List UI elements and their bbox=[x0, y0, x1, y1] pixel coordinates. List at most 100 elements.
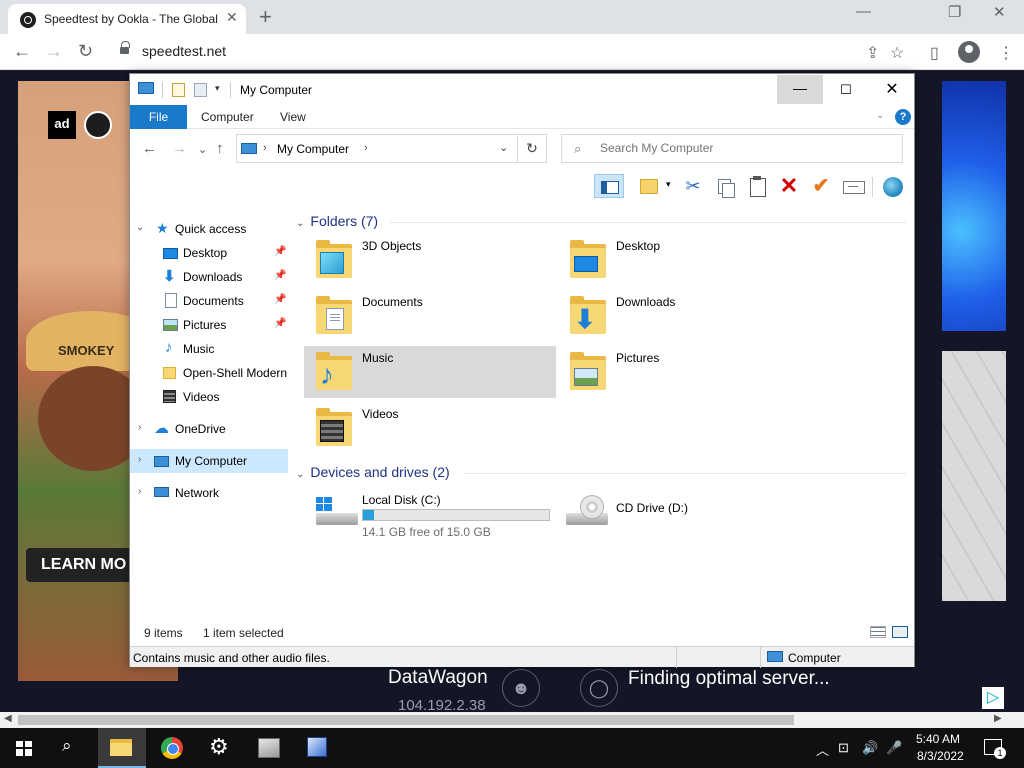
scroll-left-icon[interactable]: ◀ bbox=[4, 713, 12, 724]
new-tab-button[interactable]: + bbox=[259, 4, 272, 30]
navigation-pane-icon[interactable] bbox=[594, 174, 624, 198]
taskbar-file-explorer[interactable] bbox=[98, 728, 146, 768]
profile-avatar-icon[interactable] bbox=[958, 41, 980, 63]
side-panel-icon[interactable]: ▯ bbox=[930, 43, 939, 63]
browser-close-button[interactable]: ✕ bbox=[993, 3, 1006, 21]
tab-view[interactable]: View bbox=[280, 105, 306, 129]
quick-access-dropdown-icon[interactable]: ▾ bbox=[215, 83, 220, 94]
cut-icon[interactable]: ✂ bbox=[680, 174, 706, 198]
browser-minimize-button[interactable]: — bbox=[856, 3, 871, 20]
back-button[interactable]: ← bbox=[13, 41, 31, 62]
new-dropdown-icon[interactable]: ▾ bbox=[666, 179, 676, 189]
tray-chevron-icon[interactable]: ︿ bbox=[816, 740, 829, 759]
scroll-thumb[interactable] bbox=[18, 715, 794, 725]
tab-computer[interactable]: Computer bbox=[201, 105, 254, 129]
forward-button[interactable]: → bbox=[172, 140, 187, 157]
folder-3d-objects[interactable]: 3D Objects bbox=[304, 234, 556, 286]
scroll-right-icon[interactable]: ▶ bbox=[994, 713, 1002, 724]
volume-icon[interactable]: 🔊 bbox=[862, 740, 878, 756]
drive-local-disk-c[interactable]: Local Disk (C:) 14.1 GB free of 15.0 GB bbox=[304, 489, 556, 549]
internet-options-globe-icon[interactable] bbox=[880, 174, 906, 198]
search-input[interactable] bbox=[600, 141, 890, 155]
properties-check-icon[interactable]: ✔ bbox=[808, 174, 834, 198]
pin-icon[interactable]: 📌 bbox=[274, 270, 286, 281]
taskbar-app[interactable] bbox=[294, 728, 342, 768]
folder-videos[interactable]: Videos bbox=[304, 402, 556, 454]
clock-date[interactable]: 8/3/2022 bbox=[917, 749, 964, 763]
close-tab-icon[interactable]: ✕ bbox=[226, 9, 238, 26]
taskbar-chrome[interactable] bbox=[148, 728, 196, 768]
expand-chevron-icon[interactable]: › bbox=[138, 422, 141, 433]
recent-locations-icon[interactable]: ⌄ bbox=[198, 143, 207, 156]
browser-restore-button[interactable]: ❐ bbox=[948, 3, 961, 21]
nav-downloads[interactable]: ⬇ Downloads 📌 bbox=[130, 265, 288, 289]
breadcrumb-my-computer[interactable]: My Computer bbox=[277, 142, 349, 156]
delete-icon[interactable]: ✕ bbox=[776, 174, 802, 198]
drive-cd-d[interactable]: CD Drive (D:) bbox=[558, 489, 810, 549]
address-dropdown-icon[interactable]: ⌄ bbox=[499, 141, 508, 154]
folder-pictures[interactable]: Pictures bbox=[558, 346, 810, 398]
taskbar-search-button[interactable]: ⌕ bbox=[48, 728, 96, 768]
collapse-chevron-icon[interactable]: ⌄ bbox=[136, 222, 144, 233]
microphone-icon[interactable]: 🎤 bbox=[886, 740, 902, 756]
adchoices-icon[interactable]: ▷ bbox=[982, 687, 1004, 709]
start-button[interactable] bbox=[0, 728, 48, 768]
collapse-caret-icon[interactable]: ⌄ bbox=[296, 469, 304, 480]
clock-time[interactable]: 5:40 AM bbox=[916, 732, 960, 746]
browser-tab[interactable]: Speedtest by Ookla - The Global ✕ bbox=[8, 4, 246, 34]
collapse-caret-icon[interactable]: ⌄ bbox=[296, 218, 304, 229]
new-folder-icon[interactable] bbox=[636, 174, 662, 198]
pin-icon[interactable]: 📌 bbox=[274, 246, 286, 257]
nav-music[interactable]: ♪ Music bbox=[130, 337, 288, 361]
taskbar-app[interactable] bbox=[246, 728, 294, 768]
properties-icon[interactable] bbox=[172, 83, 185, 97]
details-view-icon[interactable] bbox=[870, 626, 886, 638]
address-box[interactable]: › My Computer › ⌄ bbox=[236, 134, 518, 163]
nav-videos[interactable]: Videos bbox=[130, 385, 288, 409]
help-icon[interactable]: ? bbox=[895, 109, 911, 125]
address-bar[interactable]: speedtest.net bbox=[110, 39, 910, 65]
right-ad-hex-image[interactable] bbox=[942, 351, 1006, 601]
lock-icon[interactable] bbox=[120, 41, 130, 55]
nav-network[interactable]: › Network bbox=[130, 481, 288, 505]
breadcrumb-separator-icon[interactable]: › bbox=[364, 142, 368, 154]
nav-pictures[interactable]: Pictures 📌 bbox=[130, 313, 288, 337]
browser-menu-icon[interactable]: ⋮ bbox=[998, 43, 1014, 63]
copy-icon[interactable] bbox=[712, 174, 738, 198]
globe-icon[interactable]: ◯ bbox=[580, 669, 618, 707]
search-box[interactable]: ⌕ bbox=[561, 134, 903, 163]
refresh-button[interactable]: ↻ bbox=[518, 134, 547, 163]
pin-icon[interactable]: 📌 bbox=[274, 294, 286, 305]
rename-icon[interactable] bbox=[840, 174, 866, 198]
taskbar-settings[interactable]: ⚙ bbox=[196, 728, 244, 768]
tab-file[interactable]: File bbox=[130, 105, 187, 129]
explorer-title-bar[interactable]: ▾ My Computer — ☐ ✕ bbox=[130, 74, 914, 105]
expand-chevron-icon[interactable]: › bbox=[138, 486, 141, 497]
folders-group-header[interactable]: ⌄ Folders (7) bbox=[296, 213, 378, 229]
pin-icon[interactable]: 📌 bbox=[274, 318, 286, 329]
nav-desktop[interactable]: Desktop 📌 bbox=[130, 241, 288, 265]
paste-icon[interactable] bbox=[744, 174, 770, 198]
tiles-view-icon[interactable] bbox=[892, 626, 908, 638]
maximize-button[interactable]: ☐ bbox=[823, 75, 869, 104]
folder-music[interactable]: ♪ Music bbox=[304, 346, 556, 398]
ribbon-expand-icon[interactable]: ⌄ bbox=[876, 110, 884, 121]
nav-quick-access[interactable]: ⌄ ★ Quick access bbox=[130, 217, 288, 241]
horizontal-scrollbar[interactable]: ◀ ▶ bbox=[0, 712, 1024, 728]
folder-desktop[interactable]: Desktop bbox=[558, 234, 810, 286]
right-ad-blue-image[interactable] bbox=[942, 81, 1006, 331]
folder-downloads[interactable]: ⬇ Downloads bbox=[558, 290, 810, 342]
folder-documents[interactable]: Documents bbox=[304, 290, 556, 342]
nav-open-shell[interactable]: Open-Shell Modern bbox=[130, 361, 288, 385]
nav-documents[interactable]: Documents 📌 bbox=[130, 289, 288, 313]
nav-my-computer[interactable]: › My Computer bbox=[130, 449, 288, 473]
breadcrumb-separator-icon[interactable]: › bbox=[263, 142, 267, 154]
up-button[interactable]: ↑ bbox=[216, 140, 224, 157]
reload-button[interactable]: ↻ bbox=[78, 41, 93, 62]
expand-chevron-icon[interactable]: › bbox=[138, 454, 141, 465]
network-icon[interactable]: ⊡ bbox=[838, 740, 849, 756]
drives-group-header[interactable]: ⌄ Devices and drives (2) bbox=[296, 464, 450, 480]
back-button[interactable]: ← bbox=[142, 140, 157, 157]
bookmark-star-icon[interactable]: ☆ bbox=[890, 43, 904, 63]
share-icon[interactable]: ⇪ bbox=[866, 43, 879, 63]
